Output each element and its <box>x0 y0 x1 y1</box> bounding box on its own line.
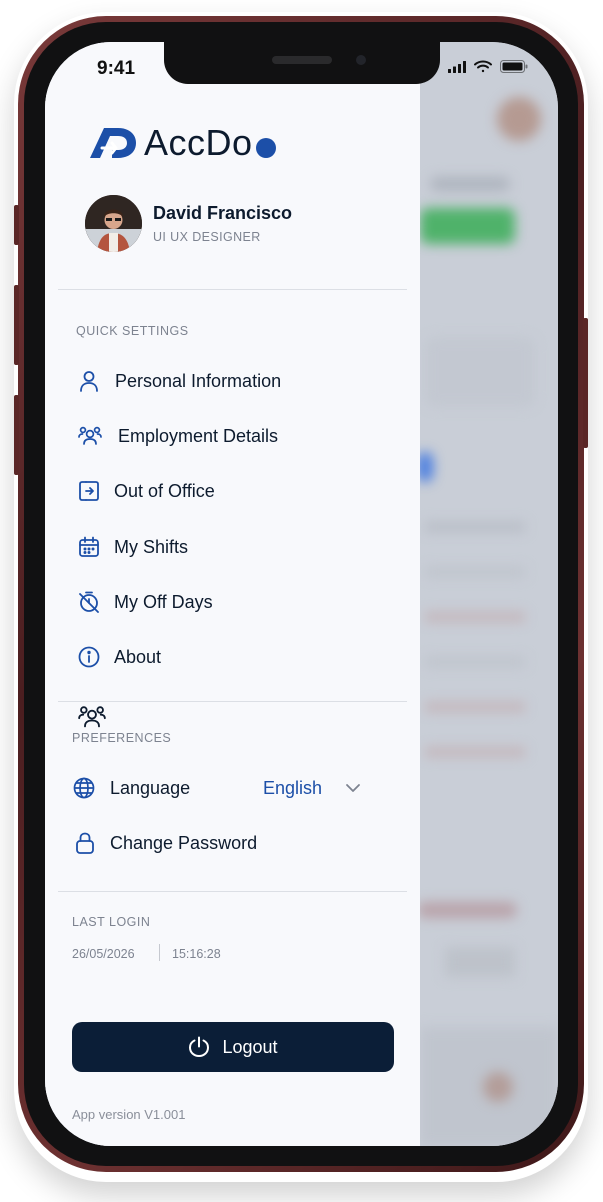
menu-label: Employment Details <box>118 425 279 446</box>
navigation-drawer: AccDo David Francisco UI UX DESIGNER QUI… <box>45 42 420 1146</box>
menu-item-my-shifts[interactable]: My Shifts <box>78 536 188 558</box>
chevron-down-icon[interactable] <box>345 782 361 794</box>
info-icon <box>78 646 100 668</box>
menu-item-employment-details[interactable]: Employment Details <box>78 425 278 447</box>
menu-label: My Shifts <box>114 536 189 557</box>
side-button-volume-down <box>14 395 19 475</box>
front-camera <box>356 55 366 65</box>
menu-label: Out of Office <box>114 480 215 501</box>
last-login-date: 26/05/2026 <box>72 947 135 961</box>
menu-item-change-password[interactable]: Change Password <box>75 832 257 854</box>
menu-item-personal-information[interactable]: Personal Information <box>78 370 281 392</box>
background-card <box>425 337 535 407</box>
background-row <box>425 612 525 622</box>
users-icon <box>78 426 102 445</box>
menu-label: Language <box>110 777 191 798</box>
globe-icon <box>73 777 95 799</box>
logo-dot <box>255 138 276 158</box>
timer-off-icon <box>79 591 99 613</box>
language-select-value[interactable]: English <box>263 778 322 799</box>
background-row <box>425 702 525 712</box>
background-row <box>425 657 525 667</box>
status-time: 9:41 <box>97 58 136 79</box>
background-text <box>445 947 515 977</box>
status-icons <box>448 60 528 73</box>
calendar-icon <box>79 536 99 557</box>
menu-label: My Off Days <box>114 591 213 612</box>
background-bar <box>430 177 510 191</box>
side-button-volume-up <box>14 285 19 365</box>
speaker <box>272 56 332 64</box>
menu-label: Change Password <box>110 832 258 853</box>
menu-item-language[interactable]: Language <box>73 777 190 799</box>
logout-button[interactable]: Logout <box>72 1022 394 1072</box>
menu-item-out-of-office[interactable]: Out of Office <box>78 480 215 502</box>
phone-notch <box>164 42 440 84</box>
menu-item-my-off-days[interactable]: My Off Days <box>78 591 213 613</box>
menu-item-about[interactable]: About <box>78 646 161 668</box>
last-login-label: LAST LOGIN <box>72 915 151 929</box>
power-icon <box>189 1036 210 1058</box>
profile-role: UI UX DESIGNER <box>153 230 261 244</box>
brand-logo: AccDo <box>88 122 276 164</box>
users-icon <box>78 706 106 728</box>
background-toggle <box>417 902 517 918</box>
signal-icon <box>448 61 466 73</box>
profile-name: David Francisco <box>153 203 293 223</box>
background-green-button <box>420 208 515 244</box>
divider <box>58 289 407 290</box>
last-login-separator <box>159 944 160 961</box>
lock-icon <box>76 832 94 854</box>
background-row <box>425 522 525 532</box>
background-avatar <box>497 97 541 141</box>
sign-out-icon <box>79 481 99 501</box>
side-button-power <box>583 318 588 448</box>
logo-mark-icon <box>90 128 136 158</box>
background-row <box>425 747 525 757</box>
user-icon <box>80 371 98 392</box>
avatar <box>85 195 142 252</box>
divider <box>58 891 407 892</box>
wifi-icon <box>474 60 492 73</box>
app-version: App version V1.001 <box>72 1107 186 1122</box>
side-button-mute <box>14 205 19 245</box>
last-login-time: 15:16:28 <box>172 947 221 961</box>
divider <box>58 701 407 702</box>
battery-icon <box>500 60 528 73</box>
phone-screen: AccDo David Francisco UI UX DESIGNER QUI… <box>45 42 558 1146</box>
preferences-label: PREFERENCES <box>72 731 172 745</box>
menu-label: About <box>114 646 162 667</box>
logout-label: Logout <box>222 1036 278 1057</box>
background-nav-icon <box>483 1072 513 1102</box>
logo-text: AccDo <box>144 122 253 163</box>
background-row <box>425 567 525 577</box>
menu-label: Personal Information <box>115 370 282 391</box>
quick-settings-label: QUICK SETTINGS <box>76 324 189 338</box>
user-profile[interactable]: David Francisco UI UX DESIGNER <box>85 195 292 252</box>
